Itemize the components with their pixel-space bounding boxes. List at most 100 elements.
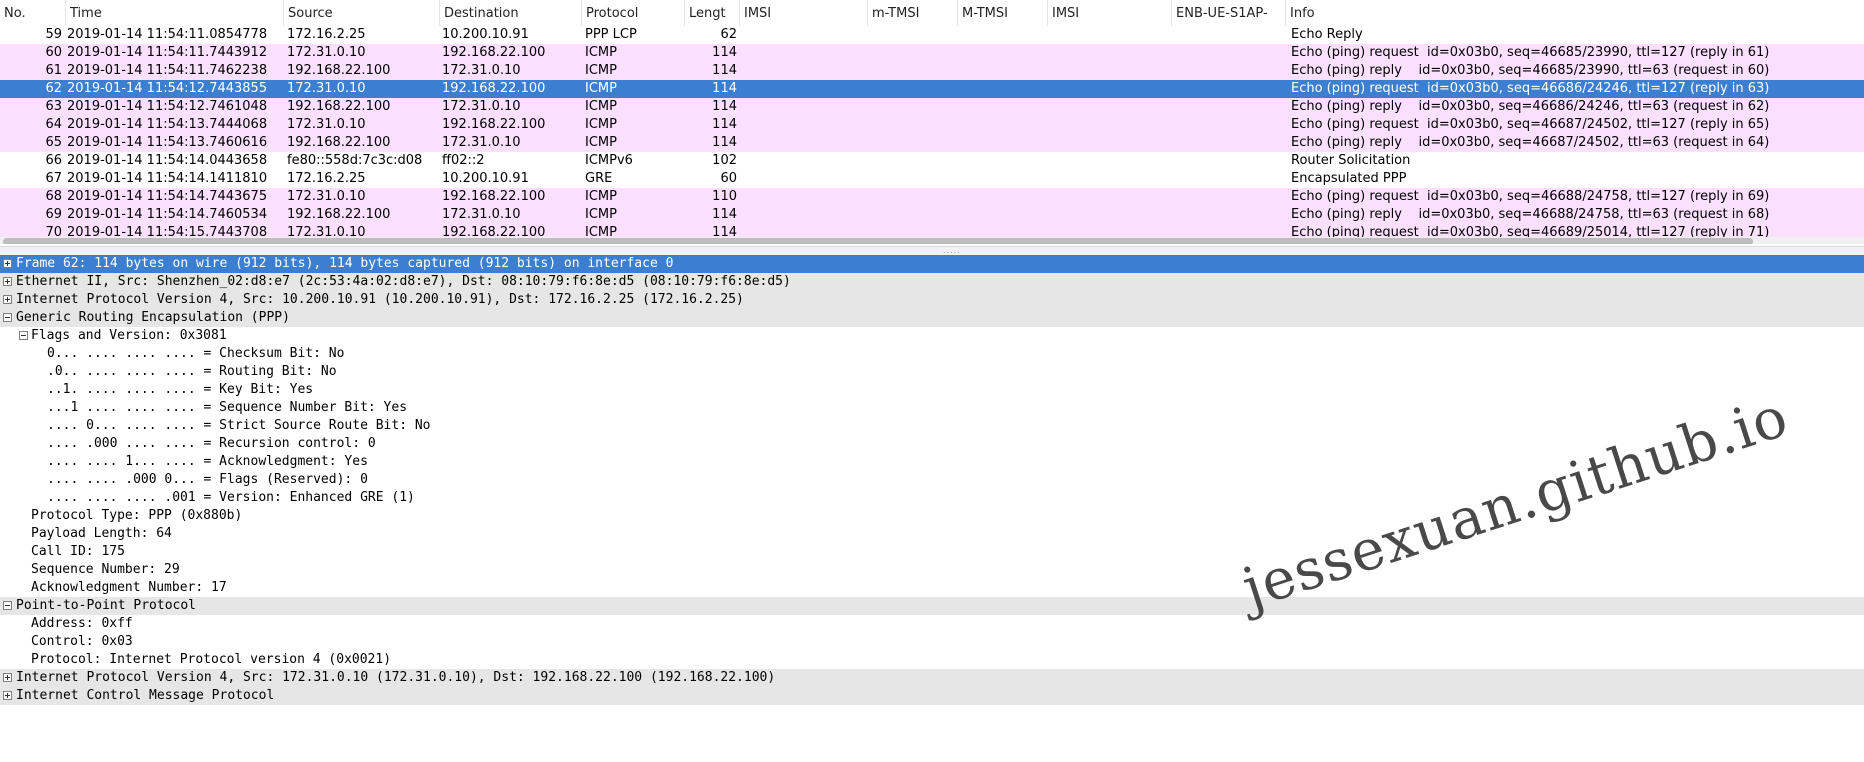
packet-cell-no: 68 (45, 189, 62, 204)
scrollbar-thumb[interactable] (3, 238, 1753, 244)
packet-row[interactable]: 65 2019-01-14 11:54:13.7460616 192.168.22.… (0, 134, 1864, 152)
packet-row[interactable]: 69 2019-01-14 11:54:14.7460534 192.168.22.… (0, 206, 1864, 224)
tree-item[interactable]: Acknowledgment Number: 17 (0, 579, 1864, 597)
column-header-no[interactable]: No. (0, 0, 66, 26)
packet-cell-len: 114 (712, 117, 737, 132)
tree-item[interactable]: ..1. .... .... .... = Key Bit: Yes (0, 381, 1864, 399)
packet-cell-time: 2019-01-14 11:54:11.7443912 (67, 45, 268, 60)
packet-cell-len: 114 (712, 45, 737, 60)
packet-row[interactable]: 59 2019-01-14 11:54:11.0854778 172.16.2.25… (0, 26, 1864, 44)
column-header-info[interactable]: Info (1286, 0, 1864, 26)
packet-cell-info: Encapsulated PPP (1291, 171, 1407, 186)
tree-item[interactable]: Internet Protocol Version 4, Src: 172.31… (0, 669, 1864, 687)
tree-item[interactable]: Call ID: 175 (0, 543, 1864, 561)
column-header-m-tmsi[interactable]: m-TMSI (868, 0, 958, 26)
packet-cell-dst: 10.200.10.91 (442, 171, 529, 186)
tree-item[interactable]: Sequence Number: 29 (0, 561, 1864, 579)
tree-item[interactable]: Protocol: Internet Protocol version 4 (0… (0, 651, 1864, 669)
column-header-imsi[interactable]: IMSI (740, 0, 868, 26)
packet-cell-time: 2019-01-14 11:54:12.7443855 (67, 81, 268, 96)
column-header-protocol[interactable]: Protocol (582, 0, 685, 26)
tree-item[interactable]: Frame 62: 114 bytes on wire (912 bits), … (0, 255, 1864, 273)
expand-icon[interactable] (3, 295, 12, 304)
expand-icon[interactable] (3, 259, 12, 268)
packet-cell-dst: 10.200.10.91 (442, 27, 529, 42)
tree-item[interactable]: Address: 0xff (0, 615, 1864, 633)
tree-item[interactable]: Flags and Version: 0x3081 (0, 327, 1864, 345)
tree-item[interactable]: Control: 0x03 (0, 633, 1864, 651)
tree-item-label: Protocol Type: PPP (0x880b) (31, 508, 243, 523)
tree-item-label: Address: 0xff (31, 616, 133, 631)
column-header-length[interactable]: Lengt (685, 0, 740, 26)
collapse-icon[interactable] (19, 331, 28, 340)
packet-cell-len: 110 (712, 189, 737, 204)
tree-item-label: .... .000 .... .... = Recursion control:… (47, 436, 376, 451)
tree-item-label: Protocol: Internet Protocol version 4 (0… (31, 652, 392, 667)
packet-cell-dst: 192.168.22.100 (442, 189, 546, 204)
packet-cell-info: Echo (ping) request id=0x03b0, seq=46685… (1291, 45, 1770, 60)
grip-icon: ..... (943, 246, 961, 255)
packet-row[interactable]: 61 2019-01-14 11:54:11.7462238 192.168.22.… (0, 62, 1864, 80)
tree-item[interactable]: ...1 .... .... .... = Sequence Number Bi… (0, 399, 1864, 417)
packet-row[interactable]: 60 2019-01-14 11:54:11.7443912 172.31.0.10… (0, 44, 1864, 62)
packet-list[interactable]: No. Time Source Destination Protocol Len… (0, 0, 1864, 244)
packet-cell-len: 114 (712, 135, 737, 150)
expand-icon[interactable] (3, 277, 12, 286)
tree-item[interactable]: 0... .... .... .... = Checksum Bit: No (0, 345, 1864, 363)
packet-cell-info: Router Solicitation (1291, 153, 1411, 168)
column-header-destination[interactable]: Destination (440, 0, 582, 26)
packet-cell-len: 62 (720, 27, 737, 42)
column-header-time[interactable]: Time (66, 0, 284, 26)
tree-item[interactable]: Ethernet II, Src: Shenzhen_02:d8:e7 (2c:… (0, 273, 1864, 291)
packet-row[interactable]: 63 2019-01-14 11:54:12.7461048 192.168.22.… (0, 98, 1864, 116)
packet-cell-info: Echo (ping) reply id=0x03b0, seq=46687/2… (1291, 135, 1770, 150)
tree-item-label: Generic Routing Encapsulation (PPP) (16, 310, 290, 325)
column-header-imsi-2[interactable]: IMSI (1048, 0, 1172, 26)
packet-cell-src: 172.31.0.10 (287, 117, 366, 132)
packet-cell-proto: ICMP (585, 63, 617, 78)
collapse-icon[interactable] (3, 313, 12, 322)
horizontal-scrollbar[interactable] (0, 237, 1864, 244)
packet-row[interactable]: 67 2019-01-14 11:54:14.1411810 172.16.2.25… (0, 170, 1864, 188)
tree-item[interactable]: .0.. .... .... .... = Routing Bit: No (0, 363, 1864, 381)
packet-cell-no: 65 (45, 135, 62, 150)
packet-cell-src: 172.16.2.25 (287, 171, 366, 186)
collapse-icon[interactable] (3, 601, 12, 610)
packet-cell-len: 114 (712, 81, 737, 96)
packet-cell-time: 2019-01-14 11:54:14.7460534 (67, 207, 268, 222)
tree-item[interactable]: Payload Length: 64 (0, 525, 1864, 543)
tree-item[interactable]: .... 0... .... .... = Strict Source Rout… (0, 417, 1864, 435)
tree-item[interactable]: Internet Control Message Protocol (0, 687, 1864, 705)
tree-item[interactable]: Generic Routing Encapsulation (PPP) (0, 309, 1864, 327)
expand-icon[interactable] (3, 673, 12, 682)
packet-cell-info: Echo Reply (1291, 27, 1363, 42)
tree-item-label: Internet Control Message Protocol (16, 688, 275, 703)
packet-row[interactable]: 62 2019-01-14 11:54:12.7443855 172.31.0.10… (0, 80, 1864, 98)
tree-item-label: Internet Protocol Version 4, Src: 10.200… (16, 292, 744, 307)
packet-row[interactable]: 64 2019-01-14 11:54:13.7444068 172.31.0.10… (0, 116, 1864, 134)
tree-item[interactable]: Internet Protocol Version 4, Src: 10.200… (0, 291, 1864, 309)
column-header-enb-ue-s1ap[interactable]: ENB-UE-S1AP- (1172, 0, 1286, 26)
packet-cell-dst: 192.168.22.100 (442, 81, 546, 96)
packet-cell-dst: ff02::2 (442, 153, 485, 168)
packet-cell-no: 63 (45, 99, 62, 114)
tree-item[interactable]: Point-to-Point Protocol (0, 597, 1864, 615)
packet-cell-time: 2019-01-14 11:54:12.7461048 (67, 99, 268, 114)
column-header-source[interactable]: Source (284, 0, 440, 26)
packet-row[interactable]: 68 2019-01-14 11:54:14.7443675 172.31.0.10… (0, 188, 1864, 206)
column-header-m-tmsi-2[interactable]: M-TMSI (958, 0, 1048, 26)
packet-cell-len: 114 (712, 207, 737, 222)
packet-cell-info: Echo (ping) request id=0x03b0, seq=46688… (1291, 189, 1770, 204)
packet-cell-dst: 192.168.22.100 (442, 45, 546, 60)
packet-cell-dst: 172.31.0.10 (442, 135, 521, 150)
packet-cell-src: 192.168.22.100 (287, 135, 391, 150)
packet-cell-proto: ICMP (585, 81, 617, 96)
packet-cell-info: Echo (ping) reply id=0x03b0, seq=46688/2… (1291, 207, 1770, 222)
expand-icon[interactable] (3, 691, 12, 700)
packet-row[interactable]: 66 2019-01-14 11:54:14.0443658 fe80::558d:… (0, 152, 1864, 170)
tree-item-label: .0.. .... .... .... = Routing Bit: No (47, 364, 337, 379)
packet-cell-proto: ICMP (585, 117, 617, 132)
packet-cell-proto: ICMPv6 (585, 153, 633, 168)
tree-item-label: .... .... .000 0... = Flags (Reserved): … (47, 472, 368, 487)
packet-cell-dst: 172.31.0.10 (442, 99, 521, 114)
